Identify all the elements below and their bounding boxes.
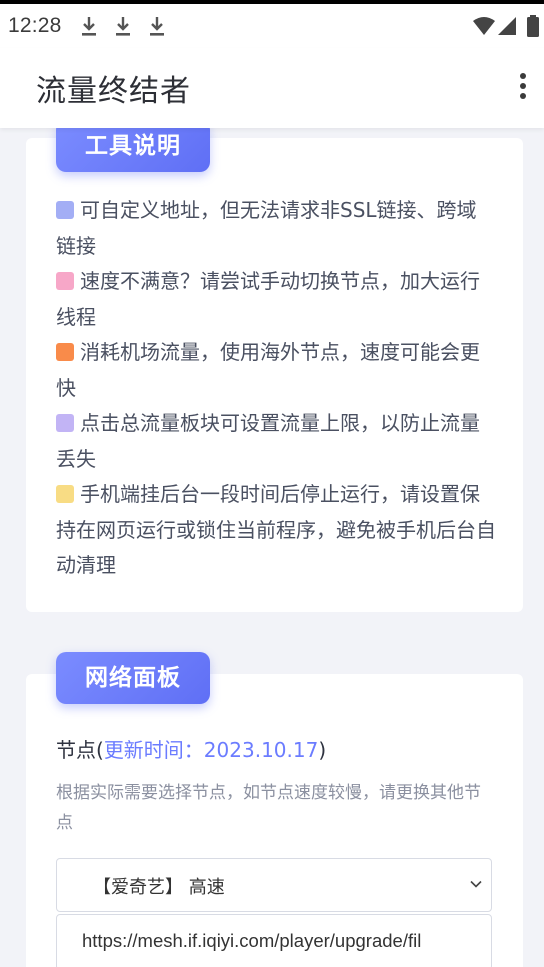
update-time: 更新时间：2023.10.17 xyxy=(103,738,319,762)
square-bullet-icon xyxy=(56,343,74,361)
tools-card-title: 工具说明 xyxy=(56,128,210,172)
node-label: 节点(更新时间：2023.10.17) xyxy=(56,734,326,763)
app-title: 流量终结者 xyxy=(36,74,191,109)
download-icon xyxy=(116,17,130,36)
tip-item: 可自定义地址，但无法请求非SSL链接、跨域链接 xyxy=(56,193,496,264)
status-time: 12:28 xyxy=(8,14,62,37)
node-select[interactable]: 【爱奇艺】 高速 xyxy=(56,858,492,912)
node-label-close: ) xyxy=(318,738,327,762)
square-bullet-icon xyxy=(56,485,74,503)
node-label-text: 节点( xyxy=(56,738,104,762)
url-input-value: https://mesh.if.iqiyi.com/player/upgrade… xyxy=(82,930,422,951)
main-content[interactable]: 工具说明 可自定义地址，但无法请求非SSL链接、跨域链接 速度不满意？请尝试手动… xyxy=(0,128,544,967)
tip-text: 可自定义地址，但无法请求非SSL链接、跨域链接 xyxy=(56,198,477,258)
tip-text: 点击总流量板块可设置流量上限，以防止流量丢失 xyxy=(56,411,480,471)
download-icon xyxy=(150,17,164,36)
network-card-title: 网络面板 xyxy=(56,652,210,704)
tip-item: 点击总流量板块可设置流量上限，以防止流量丢失 xyxy=(56,406,496,477)
tip-item: 消耗机场流量，使用海外节点，速度可能会更快 xyxy=(56,335,496,406)
square-bullet-icon xyxy=(56,414,74,432)
more-vert-icon[interactable] xyxy=(516,70,530,106)
square-bullet-icon xyxy=(56,201,74,219)
tip-item: 速度不满意？请尝试手动切换节点，加大运行线程 xyxy=(56,264,496,335)
network-card: 网络面板 节点(更新时间：2023.10.17) 根据实际需要选择节点，如节点速… xyxy=(26,652,523,967)
url-input[interactable]: https://mesh.if.iqiyi.com/player/upgrade… xyxy=(56,914,492,967)
download-icon xyxy=(82,17,96,36)
app-bar: 流量终结者 xyxy=(0,48,544,128)
wifi-icon xyxy=(473,17,495,35)
tools-card: 工具说明 可自定义地址，但无法请求非SSL链接、跨域链接 速度不满意？请尝试手动… xyxy=(26,128,523,612)
tip-text: 消耗机场流量，使用海外节点，速度可能会更快 xyxy=(56,340,480,400)
tip-text: 速度不满意？请尝试手动切换节点，加大运行线程 xyxy=(56,269,480,329)
chevron-down-icon xyxy=(470,880,482,888)
tip-text: 手机端挂后台一段时间后停止运行，请设置保持在网页运行或锁住当前程序，避免被手机后… xyxy=(56,482,496,577)
node-select-value: 【爱奇艺】 高速 xyxy=(93,877,225,898)
tip-item: 手机端挂后台一段时间后停止运行，请设置保持在网页运行或锁住当前程序，避免被手机后… xyxy=(56,477,496,584)
status-bar: 12:28 xyxy=(0,0,544,48)
signal-icon xyxy=(498,17,516,35)
tips-list: 可自定义地址，但无法请求非SSL链接、跨域链接 速度不满意？请尝试手动切换节点，… xyxy=(56,193,496,584)
battery-icon xyxy=(527,15,539,37)
square-bullet-icon xyxy=(56,272,74,290)
node-description: 根据实际需要选择节点，如节点速度较慢，请更换其他节点 xyxy=(56,783,481,833)
